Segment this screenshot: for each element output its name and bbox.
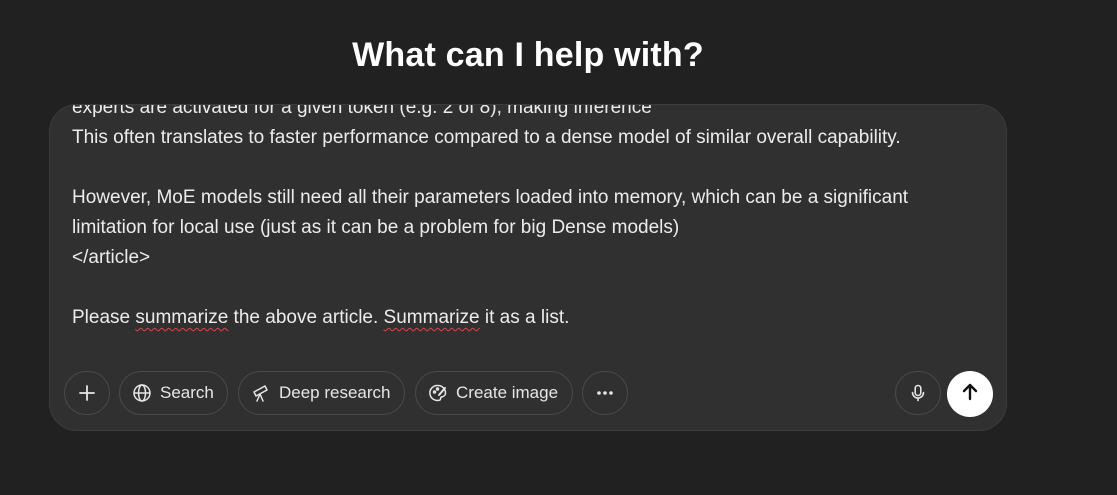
prompt-line: However, MoE models still need all their… bbox=[72, 187, 909, 208]
deep-research-button[interactable]: Deep research bbox=[238, 371, 405, 415]
prompt-line: This often translates to faster performa… bbox=[72, 127, 901, 148]
arrow-up-icon bbox=[959, 381, 981, 408]
prompt-line bbox=[72, 153, 908, 183]
more-options-button[interactable] bbox=[582, 371, 628, 415]
create-image-button[interactable]: Create image bbox=[415, 371, 573, 415]
prompt-composer[interactable]: experts are activated for a given token … bbox=[49, 104, 1007, 431]
add-button[interactable] bbox=[64, 371, 110, 415]
prompt-line bbox=[72, 273, 908, 303]
prompt-line: limitation for local use (just as it can… bbox=[72, 217, 680, 238]
text-fragment: it as a list. bbox=[479, 307, 570, 328]
send-button[interactable] bbox=[947, 371, 993, 417]
prompt-line: experts are activated for a given token … bbox=[72, 105, 652, 118]
telescope-icon bbox=[250, 382, 272, 404]
voice-input-button[interactable] bbox=[895, 371, 941, 415]
misspelled-word: Summarize bbox=[383, 307, 480, 328]
chat-home: What can I help with? experts are activa… bbox=[0, 0, 1117, 495]
prompt-line: </article> bbox=[72, 247, 151, 268]
text-fragment: Please bbox=[72, 307, 136, 328]
search-button[interactable]: Search bbox=[119, 371, 228, 415]
text-fragment: the above article. bbox=[228, 307, 384, 328]
ellipsis-icon bbox=[594, 382, 616, 404]
palette-icon bbox=[427, 382, 449, 404]
misspelled-word: summarize bbox=[135, 307, 229, 328]
prompt-textarea[interactable]: experts are activated for a given token … bbox=[72, 105, 982, 365]
prompt-line-last: Please summarize the above article. Summ… bbox=[72, 303, 908, 333]
search-label: Search bbox=[160, 383, 214, 402]
page-title: What can I help with? bbox=[352, 36, 704, 74]
deep-research-label: Deep research bbox=[279, 383, 391, 402]
globe-icon bbox=[131, 382, 153, 404]
plus-icon bbox=[76, 382, 98, 404]
microphone-icon bbox=[907, 382, 929, 404]
create-image-label: Create image bbox=[456, 383, 559, 402]
composer-toolbar: Search Deep research Create image bbox=[64, 371, 994, 417]
